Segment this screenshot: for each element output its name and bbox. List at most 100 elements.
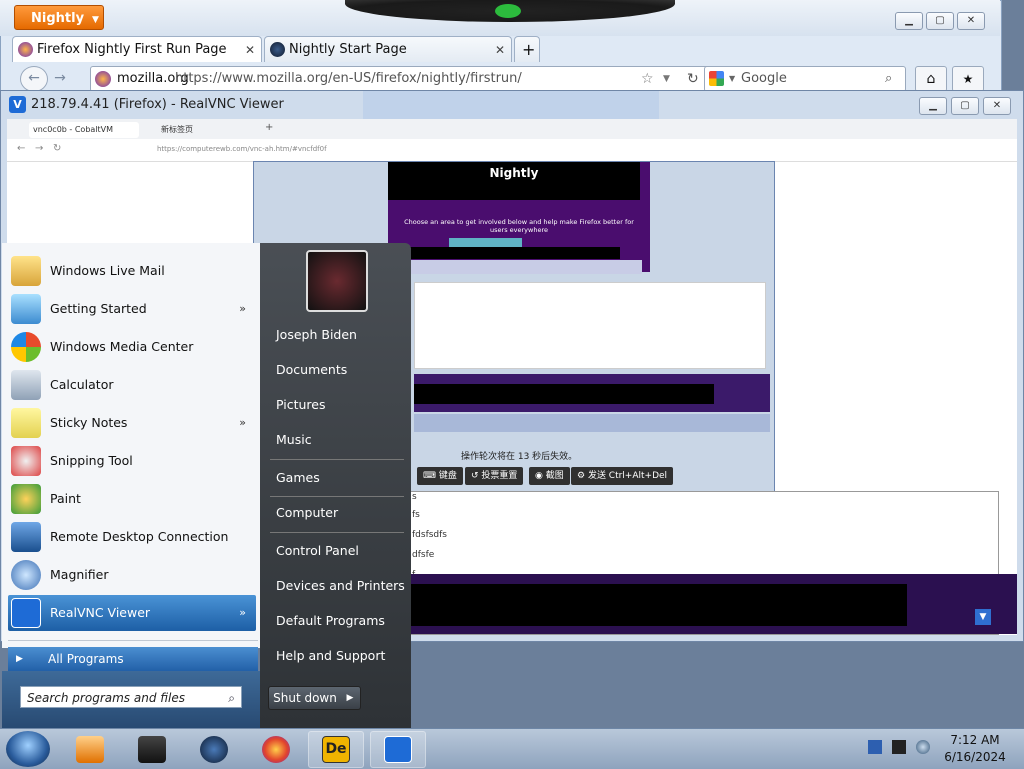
close-tab-icon[interactable]: ✕ — [245, 37, 255, 63]
taskbar-de-app[interactable]: De — [308, 731, 364, 768]
volume-tray-icon[interactable] — [916, 740, 930, 754]
start-item-windows-live-mail[interactable]: Windows Live Mail — [8, 253, 256, 289]
start-right-documents[interactable]: Documents — [268, 355, 406, 385]
vnc-close-button[interactable]: ✕ — [983, 97, 1011, 115]
nightly-navbar: ← → mozilla.org https://www.mozilla.org/… — [12, 64, 997, 92]
remote-tab-new[interactable]: 新标签页 — [147, 122, 252, 138]
start-right-divider — [270, 459, 404, 460]
user-avatar[interactable] — [306, 250, 368, 312]
clock-date[interactable]: 6/16/2024 — [935, 750, 1015, 764]
console-line: s — [412, 492, 417, 502]
start-item-windows-media-center[interactable]: Windows Media Center — [8, 329, 256, 365]
taskbar-firefox[interactable] — [248, 731, 304, 768]
scroll-down-icon[interactable]: ▼ — [975, 609, 991, 625]
bookmarks-menu-button[interactable]: ★ — [952, 66, 984, 92]
firefox-icon — [262, 736, 290, 763]
start-right-label: Default Programs — [276, 613, 385, 628]
start-item-calculator[interactable]: Calculator — [8, 367, 256, 403]
home-button[interactable]: ⌂ — [915, 66, 947, 92]
bookmark-star-icon[interactable]: ☆ — [641, 67, 654, 91]
start-item-paint[interactable]: Paint — [8, 481, 256, 517]
screenshot-label: 截图 — [545, 471, 564, 481]
start-item-remote-desktop-connection[interactable]: Remote Desktop Connection — [8, 519, 256, 555]
start-right-joseph-biden[interactable]: Joseph Biden — [268, 320, 406, 350]
remote-navbar: ← → ↻ https://computerewb.com/vnc-ah.htm… — [7, 139, 1017, 162]
start-right-label: Devices and Printers — [276, 578, 405, 593]
start-right-label: Games — [276, 470, 320, 485]
send-ctrl-alt-del-button[interactable]: ⚙ 发送 Ctrl+Alt+Del — [571, 467, 674, 485]
screenshot-button[interactable]: ◉ 截图 — [529, 467, 570, 485]
tab-label: Nightly Start Page — [289, 42, 407, 57]
start-item-sticky-notes[interactable]: Sticky Notes » — [8, 405, 256, 441]
forward-button[interactable]: → — [50, 68, 70, 88]
start-item-snipping-tool[interactable]: Snipping Tool — [8, 443, 256, 479]
send-cad-label: 发送 Ctrl+Alt+Del — [587, 471, 668, 481]
start-right-devices-and-printers[interactable]: Devices and Printers — [268, 571, 406, 601]
start-right-label: Joseph Biden — [276, 327, 357, 342]
remote-tab-label: 新标签页 — [161, 125, 193, 134]
close-tab-icon[interactable]: ✕ — [495, 37, 505, 63]
start-right-control-panel[interactable]: Control Panel — [268, 536, 406, 566]
start-right-pictures[interactable]: Pictures — [268, 390, 406, 420]
start-right-computer[interactable]: Computer — [268, 498, 406, 528]
vote-reset-button[interactable]: ↺ 投票重置 — [465, 467, 524, 485]
remote-new-tab-icon[interactable]: + — [265, 122, 273, 133]
remote-back-icon[interactable]: ← — [17, 143, 25, 154]
start-right-default-programs[interactable]: Default Programs — [268, 606, 406, 636]
remote-tab-cobaltvm[interactable]: vnc0c0b - CobaltVM — [29, 122, 139, 138]
minimize-button[interactable]: ▁ — [895, 12, 923, 30]
remote-forward-icon[interactable]: → — [35, 143, 43, 154]
start-right-games[interactable]: Games — [268, 463, 406, 493]
remote-url-text[interactable]: https://computerewb.com/vnc-ah.htm/#vncf… — [157, 145, 327, 153]
dropdown-arrow-icon[interactable]: ▼ — [729, 67, 735, 91]
shutdown-options-button[interactable]: ▶ — [340, 686, 361, 710]
media-center-icon — [11, 332, 41, 362]
clock-time[interactable]: 7:12 AM — [935, 733, 1015, 747]
start-item-label: Getting Started — [50, 301, 147, 316]
close-button[interactable]: ✕ — [957, 12, 985, 30]
tab-firefox-nightly-first-run[interactable]: Firefox Nightly First Run Page ✕ — [12, 36, 262, 62]
start-item-label: Windows Media Center — [50, 339, 194, 354]
start-right-label: Control Panel — [276, 543, 359, 558]
start-item-magnifier[interactable]: Magnifier — [8, 557, 256, 593]
vnc-minimize-button[interactable]: ▁ — [919, 97, 947, 115]
remote-page-header: Nightly — [388, 162, 640, 200]
start-search-input[interactable]: Search programs and files ⌕ — [20, 686, 242, 708]
snipping-tool-icon — [11, 446, 41, 476]
new-tab-button[interactable]: + — [514, 36, 540, 62]
maximize-button[interactable]: ▢ — [926, 12, 954, 30]
search-box[interactable]: ▼ Google ⌕ — [704, 66, 906, 92]
monitor-tray-icon[interactable] — [892, 740, 906, 754]
start-right-music[interactable]: Music — [268, 425, 406, 455]
shutdown-button[interactable]: Shut down — [268, 686, 342, 710]
all-programs-label: All Programs — [48, 652, 124, 666]
submenu-arrow-icon: » — [239, 606, 246, 619]
taskbar-media-player[interactable] — [62, 731, 118, 768]
start-right-help-and-support[interactable]: Help and Support — [268, 641, 406, 671]
tab-nightly-start-page[interactable]: Nightly Start Page ✕ — [264, 36, 512, 62]
start-orb-icon[interactable] — [6, 731, 50, 767]
search-icon[interactable]: ⌕ — [885, 67, 892, 91]
taskbar-nightly[interactable] — [186, 731, 242, 768]
nightly-menu-button[interactable]: Nightly ▼ — [14, 5, 104, 30]
remote-reload-icon[interactable]: ↻ — [53, 143, 61, 154]
remote-footer-black — [414, 384, 714, 404]
all-programs-button[interactable]: ▶ All Programs — [8, 647, 258, 671]
vnc-maximize-button[interactable]: ▢ — [951, 97, 979, 115]
keyboard-button[interactable]: ⌨ 键盘 — [417, 467, 463, 485]
start-item-realvnc-viewer[interactable]: RealVNC Viewer » — [8, 595, 256, 631]
taskbar-device-stage[interactable] — [124, 731, 180, 768]
url-bar[interactable]: mozilla.org https://www.mozilla.org/en-U… — [90, 66, 712, 92]
console-line: fs — [412, 510, 420, 520]
sticky-notes-icon — [11, 408, 41, 438]
start-item-label: Windows Live Mail — [50, 263, 165, 278]
start-item-getting-started[interactable]: Getting Started » — [8, 291, 256, 327]
keyboard-label: 键盘 — [438, 471, 457, 481]
dropdown-arrow-icon[interactable]: ▼ — [663, 67, 670, 91]
start-item-label: RealVNC Viewer — [50, 605, 151, 620]
network-tray-icon[interactable] — [868, 740, 882, 754]
taskbar-realvnc[interactable] — [370, 731, 426, 768]
chevron-down-icon: ▼ — [92, 15, 99, 25]
back-button[interactable]: ← — [20, 66, 48, 92]
reload-icon[interactable]: ↻ — [687, 67, 699, 91]
